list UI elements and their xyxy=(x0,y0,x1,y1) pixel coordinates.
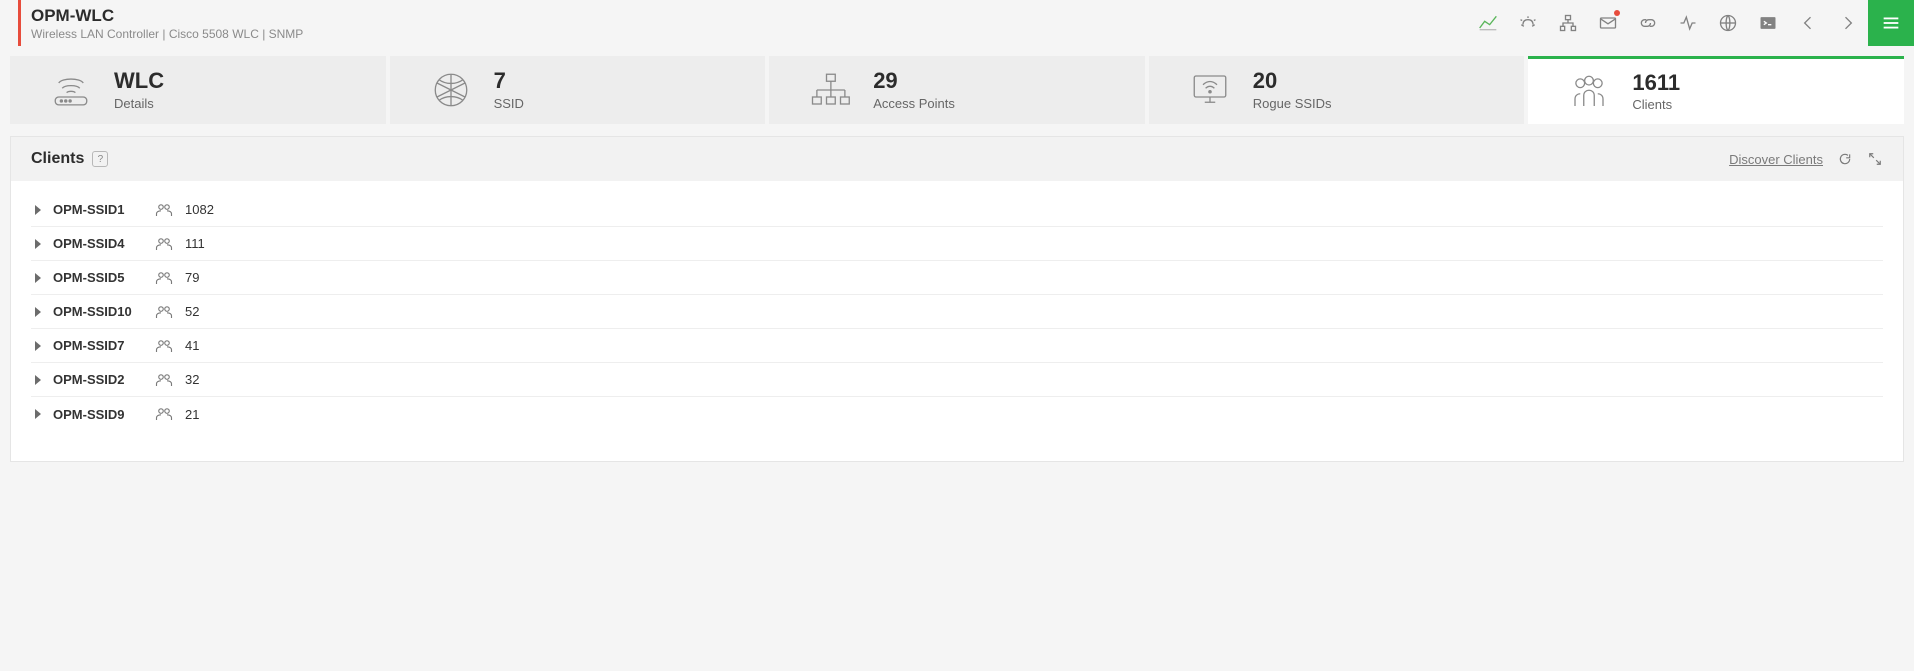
hierarchy-icon xyxy=(809,69,851,111)
panel-header: Clients ? Discover Clients xyxy=(11,137,1903,181)
expand-caret-icon[interactable] xyxy=(35,307,41,317)
panel-title: Clients xyxy=(31,150,84,168)
expand-caret-icon[interactable] xyxy=(35,239,41,249)
alert-bell-icon[interactable] xyxy=(1508,0,1548,46)
tab-rogue-label: Rogue SSIDs xyxy=(1253,96,1332,111)
tab-ap-value: 29 xyxy=(873,69,955,93)
prev-arrow-icon[interactable] xyxy=(1788,0,1828,46)
clients-count-icon xyxy=(155,237,173,251)
clients-count-icon xyxy=(155,339,173,353)
clients-count-icon xyxy=(155,305,173,319)
tab-details-label: Details xyxy=(114,96,164,111)
tab-ap-label: Access Points xyxy=(873,96,955,111)
ssid-row[interactable]: OPM-SSID5 79 xyxy=(31,261,1883,295)
tab-details[interactable]: WLC Details xyxy=(10,56,386,124)
mail-icon[interactable] xyxy=(1588,0,1628,46)
ssid-client-count: 79 xyxy=(185,270,199,285)
ssid-row[interactable]: OPM-SSID4 111 xyxy=(31,227,1883,261)
tab-rogue-value: 20 xyxy=(1253,69,1332,93)
ssid-name: OPM-SSID5 xyxy=(53,270,143,285)
tab-clients-value: 1611 xyxy=(1632,71,1680,95)
clients-count-icon xyxy=(155,407,173,421)
link-icon[interactable] xyxy=(1628,0,1668,46)
mail-notification-dot xyxy=(1614,10,1620,16)
terminal-icon[interactable] xyxy=(1748,0,1788,46)
ssid-client-list: OPM-SSID11082OPM-SSID4111OPM-SSID579OPM-… xyxy=(11,181,1903,461)
ssid-client-count: 41 xyxy=(185,338,199,353)
expand-caret-icon[interactable] xyxy=(35,409,41,419)
header-toolbar xyxy=(1468,0,1914,46)
ssid-row[interactable]: OPM-SSID7 41 xyxy=(31,329,1883,363)
next-arrow-icon[interactable] xyxy=(1828,0,1868,46)
ssid-client-count: 32 xyxy=(185,372,199,387)
header-title-block: OPM-WLC Wireless LAN Controller | Cisco … xyxy=(18,0,303,46)
discover-clients-link[interactable]: Discover Clients xyxy=(1729,152,1823,167)
ssid-client-count: 21 xyxy=(185,407,199,422)
panel-actions: Discover Clients xyxy=(1729,151,1883,167)
expand-icon[interactable] xyxy=(1867,151,1883,167)
help-icon[interactable]: ? xyxy=(92,151,108,167)
ssid-name: OPM-SSID1 xyxy=(53,202,143,217)
menu-button[interactable] xyxy=(1868,0,1914,46)
tab-ssid-value: 7 xyxy=(494,69,524,93)
tab-clients[interactable]: 1611 Clients xyxy=(1528,56,1904,124)
ssid-row[interactable]: OPM-SSID2 32 xyxy=(31,363,1883,397)
ssid-client-count: 52 xyxy=(185,304,199,319)
summary-tabs: WLC Details 7 SSID 29 Access Points 20 R… xyxy=(10,56,1904,124)
clients-count-icon xyxy=(155,271,173,285)
expand-caret-icon[interactable] xyxy=(35,375,41,385)
tab-access-points[interactable]: 29 Access Points xyxy=(769,56,1145,124)
ssid-name: OPM-SSID9 xyxy=(53,407,143,422)
ssid-name: OPM-SSID2 xyxy=(53,372,143,387)
clients-count-icon xyxy=(155,203,173,217)
chart-icon[interactable] xyxy=(1468,0,1508,46)
tab-details-value: WLC xyxy=(114,69,164,93)
ssid-client-count: 1082 xyxy=(185,202,214,217)
device-subtitle: Wireless LAN Controller | Cisco 5508 WLC… xyxy=(31,27,303,41)
ssid-row[interactable]: OPM-SSID10 52 xyxy=(31,295,1883,329)
globe-icon[interactable] xyxy=(1708,0,1748,46)
router-icon xyxy=(50,69,92,111)
clients-count-icon xyxy=(155,373,173,387)
ssid-name: OPM-SSID4 xyxy=(53,236,143,251)
ssid-row[interactable]: OPM-SSID1 1082 xyxy=(31,193,1883,227)
expand-caret-icon[interactable] xyxy=(35,273,41,283)
network-topology-icon[interactable] xyxy=(1548,0,1588,46)
expand-caret-icon[interactable] xyxy=(35,341,41,351)
tab-clients-label: Clients xyxy=(1632,97,1680,112)
tab-ssid-label: SSID xyxy=(494,96,524,111)
ssid-client-count: 111 xyxy=(185,236,205,251)
page-header: OPM-WLC Wireless LAN Controller | Cisco … xyxy=(0,0,1914,46)
clients-panel: Clients ? Discover Clients OPM-SSID1 1082… xyxy=(10,136,1904,462)
tab-rogue-ssids[interactable]: 20 Rogue SSIDs xyxy=(1149,56,1525,124)
ssid-name: OPM-SSID7 xyxy=(53,338,143,353)
tab-ssid[interactable]: 7 SSID xyxy=(390,56,766,124)
device-name: OPM-WLC xyxy=(31,6,303,26)
monitor-wifi-icon xyxy=(1189,69,1231,111)
ssid-name: OPM-SSID10 xyxy=(53,304,143,319)
activity-icon[interactable] xyxy=(1668,0,1708,46)
refresh-icon[interactable] xyxy=(1837,151,1853,167)
expand-caret-icon[interactable] xyxy=(35,205,41,215)
globe-mesh-icon xyxy=(430,69,472,111)
ssid-row[interactable]: OPM-SSID9 21 xyxy=(31,397,1883,431)
people-icon xyxy=(1568,71,1610,113)
